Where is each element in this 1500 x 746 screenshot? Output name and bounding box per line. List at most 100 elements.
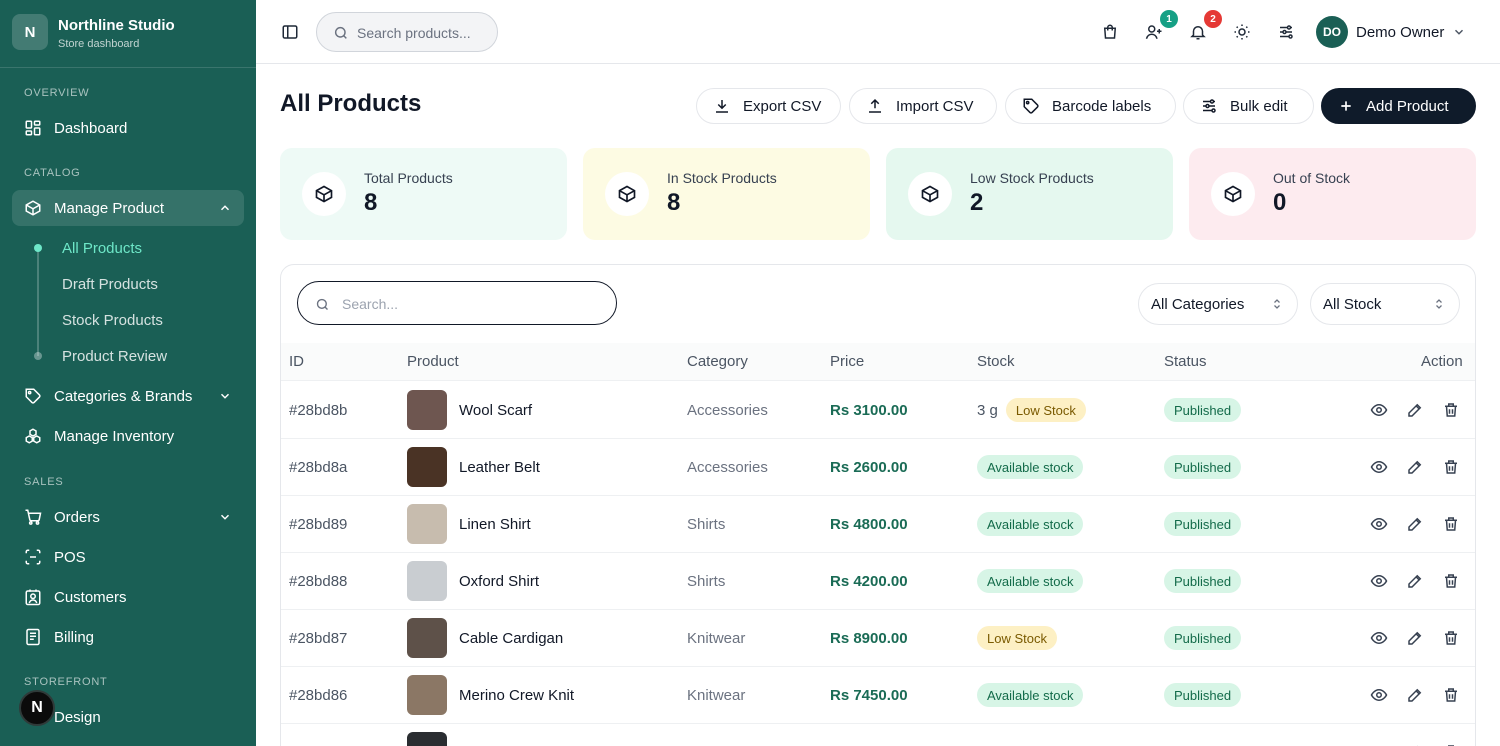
eye-icon: [1370, 517, 1388, 531]
view-button[interactable]: [1370, 515, 1388, 533]
table-row[interactable]: #28bd88 Oxford Shirt Shirts Rs 4200.00 Avail…: [281, 553, 1475, 610]
export-csv-button[interactable]: Export CSV: [696, 88, 841, 124]
table-row[interactable]: [281, 724, 1475, 746]
nav-item-customers[interactable]: Customers: [12, 579, 244, 615]
search-icon: [316, 298, 328, 310]
edit-button[interactable]: [1406, 629, 1424, 647]
import-csv-button[interactable]: Import CSV: [849, 88, 997, 124]
nav-item-manage-product[interactable]: Manage Product: [12, 190, 244, 226]
cell-product-name[interactable]: Oxford Shirt: [459, 573, 539, 590]
cell-stock: Available stock: [977, 569, 1084, 593]
stock-filter-select[interactable]: All Stock: [1310, 283, 1460, 325]
table-search-input[interactable]: [342, 293, 602, 315]
table-row[interactable]: #28bd8a Leather Belt Accessories Rs 2600.00…: [281, 439, 1475, 496]
product-thumbnail[interactable]: [407, 447, 447, 487]
view-button[interactable]: [1370, 572, 1388, 590]
product-thumbnail[interactable]: [407, 732, 447, 746]
view-button[interactable]: [1370, 458, 1388, 476]
table-row[interactable]: #28bd8b Wool Scarf Accessories Rs 3100.00 3 …: [281, 382, 1475, 439]
cell-product-name[interactable]: Wool Scarf: [459, 402, 532, 419]
delete-button[interactable]: [1442, 629, 1460, 647]
table-row[interactable]: #28bd89 Linen Shirt Shirts Rs 4800.00 Availa…: [281, 496, 1475, 553]
edit-button[interactable]: [1406, 515, 1424, 533]
view-button[interactable]: [1370, 629, 1388, 647]
th-product[interactable]: Product: [407, 353, 459, 370]
edit-button[interactable]: [1406, 686, 1424, 704]
delete-button[interactable]: [1442, 515, 1460, 533]
cell-product-name[interactable]: Merino Crew Knit: [459, 687, 574, 704]
global-search[interactable]: [316, 12, 498, 52]
global-search-input[interactable]: [357, 22, 491, 44]
products-table-panel: All Categories All Stock ID Product Cate…: [280, 264, 1476, 746]
nav-item-dashboard[interactable]: Dashboard: [12, 110, 244, 146]
sub-item-draft-products[interactable]: Draft Products: [62, 276, 158, 293]
product-thumbnail[interactable]: [407, 390, 447, 430]
cell-id: #28bd86: [289, 687, 348, 704]
brand-header[interactable]: N Northline Studio Store dashboard: [0, 0, 256, 68]
view-button[interactable]: [1370, 401, 1388, 419]
bulk-edit-button[interactable]: Bulk edit: [1183, 88, 1314, 124]
table-row[interactable]: #28bd87 Cable Cardigan Knitwear Rs 8900.00 L…: [281, 610, 1475, 667]
cell-stock: Available stock: [977, 512, 1084, 536]
status-badge: Published: [1164, 398, 1242, 422]
delete-button[interactable]: [1442, 401, 1460, 419]
delete-button[interactable]: [1442, 572, 1460, 590]
edit-button[interactable]: [1406, 572, 1424, 590]
add-product-button[interactable]: Add Product: [1321, 88, 1476, 124]
cell-price: Rs 8900.00: [830, 630, 908, 647]
notifications-button[interactable]: 2: [1184, 10, 1222, 46]
product-thumbnail[interactable]: [407, 504, 447, 544]
nav-item-categories-brands[interactable]: Categories & Brands: [12, 378, 244, 414]
category-filter-select[interactable]: All Categories: [1138, 283, 1298, 325]
th-id[interactable]: ID: [289, 353, 304, 370]
package-icon: [618, 185, 636, 203]
theme-toggle-button[interactable]: [1228, 18, 1256, 46]
view-button[interactable]: [1370, 686, 1388, 704]
edit-button[interactable]: [1406, 401, 1424, 419]
th-price[interactable]: Price: [830, 353, 864, 370]
sub-item-product-review[interactable]: Product Review: [62, 348, 167, 365]
delete-button[interactable]: [1442, 458, 1460, 476]
pencil-icon: [1408, 403, 1422, 417]
cell-product-name[interactable]: Linen Shirt: [459, 516, 531, 533]
cell-status: Published: [1164, 398, 1242, 422]
package-icon: [1224, 185, 1242, 203]
th-action: Action: [1421, 353, 1463, 370]
sub-item-all-products[interactable]: All Products: [62, 240, 142, 257]
settings-button[interactable]: [1272, 18, 1300, 46]
barcode-labels-button[interactable]: Barcode labels: [1005, 88, 1176, 124]
export-csv-label: Export CSV: [743, 97, 822, 115]
floating-n-badge[interactable]: N: [19, 690, 55, 726]
th-category[interactable]: Category: [687, 353, 748, 370]
section-label-overview: OVERVIEW: [24, 87, 90, 99]
cell-product-name[interactable]: Leather Belt: [459, 459, 540, 476]
th-status[interactable]: Status: [1164, 353, 1207, 370]
th-stock[interactable]: Stock: [977, 353, 1015, 370]
sub-item-stock-products[interactable]: Stock Products: [62, 312, 163, 329]
user-menu[interactable]: DO Demo Owner: [1316, 15, 1466, 49]
dashboard-icon: [25, 120, 41, 136]
edit-button[interactable]: [1406, 458, 1424, 476]
nav-item-orders[interactable]: Orders: [12, 499, 244, 535]
delete-button[interactable]: [1442, 686, 1460, 704]
store-button[interactable]: [1096, 18, 1124, 46]
stat-label: Out of Stock: [1273, 170, 1351, 186]
nav-label-manage-inventory: Manage Inventory: [54, 427, 175, 445]
cell-product-name[interactable]: Cable Cardigan: [459, 630, 563, 647]
stock-badge: Available stock: [977, 455, 1084, 479]
cell-price: Rs 2600.00: [830, 459, 908, 476]
cell-price: Rs 3100.00: [830, 402, 908, 419]
product-thumbnail[interactable]: [407, 675, 447, 715]
nav-item-pos[interactable]: POS: [12, 539, 244, 575]
product-thumbnail[interactable]: [407, 618, 447, 658]
product-thumbnail[interactable]: [407, 561, 447, 601]
pencil-icon: [1408, 631, 1422, 645]
table-row[interactable]: #28bd86 Merino Crew Knit Knitwear Rs 7450.0…: [281, 667, 1475, 724]
brand-subtitle: Store dashboard: [58, 38, 140, 50]
nav-item-billing[interactable]: Billing: [12, 619, 244, 655]
nav-item-manage-inventory[interactable]: Manage Inventory: [12, 418, 244, 454]
table-search[interactable]: [297, 281, 617, 325]
users-button[interactable]: 1: [1140, 10, 1178, 46]
toggle-sidebar-button[interactable]: [276, 18, 304, 46]
cell-stock: Available stock: [977, 683, 1084, 707]
